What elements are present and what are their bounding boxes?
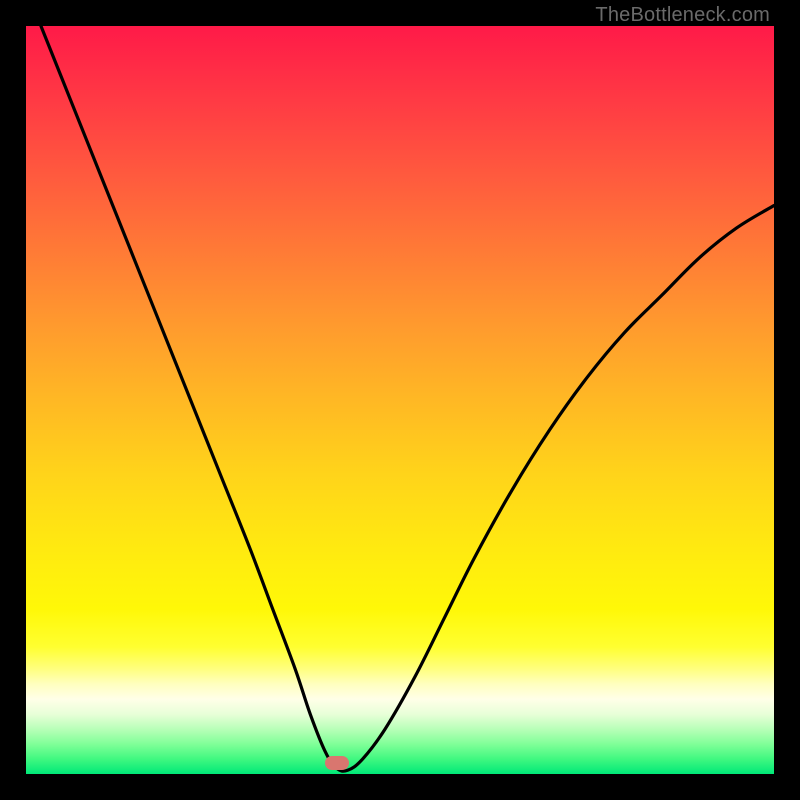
optimal-marker (325, 756, 349, 770)
plot-area (26, 26, 774, 774)
curve-svg (26, 26, 774, 774)
bottleneck-curve (41, 26, 774, 771)
watermark-text: TheBottleneck.com (595, 4, 770, 27)
chart-frame: TheBottleneck.com (0, 0, 800, 800)
